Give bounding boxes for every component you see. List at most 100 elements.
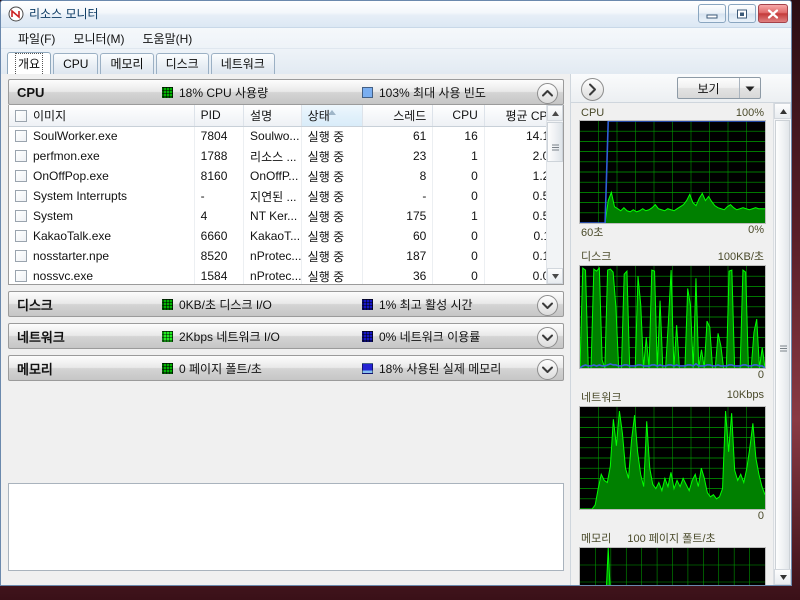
graph-panel: 보기 CPU 100% 60초 0% 디스크 100KB/초 0 네트워크 10… <box>571 74 791 585</box>
column-header-status[interactable]: 상태 <box>301 105 364 127</box>
section-memory-header[interactable]: 메모리 0 페이지 폴트/초 18% 사용된 실제 메모리 <box>8 355 564 381</box>
table-row[interactable]: SoulWorker.exe 7804 Soulwo... 실행 중 61 16 14.14 <box>9 126 563 146</box>
tab-cpu-label: CPU <box>63 57 89 71</box>
graph-scroll-down-button[interactable] <box>774 569 791 585</box>
column-header-image[interactable]: 이미지 <box>9 105 195 127</box>
cell-threads: 23 <box>362 146 434 166</box>
section-cpu-header[interactable]: CPU 18% CPU 사용량 103% 최대 사용 빈도 <box>8 79 564 105</box>
process-table-body: SoulWorker.exe 7804 Soulwo... 실행 중 61 16 14.14… <box>9 126 563 284</box>
title-bar[interactable]: 리소스 모니터 <box>1 1 791 28</box>
column-header-cpu[interactable]: CPU <box>432 105 485 127</box>
chevron-right-icon <box>589 83 596 96</box>
minimize-button[interactable] <box>698 4 726 23</box>
table-row[interactable]: nossvc.exe 1584 nProtec... 실행 중 36 0 0.06 <box>9 266 563 284</box>
close-button[interactable] <box>758 4 788 23</box>
section-network-expand-button[interactable] <box>537 327 558 348</box>
cell-desc: NT Ker... <box>243 206 302 226</box>
cell-threads: - <box>362 186 434 206</box>
tab-disk-label: 디스크 <box>165 57 199 71</box>
section-disk-header[interactable]: 디스크 0KB/초 디스크 I/O 1% 최고 활성 시간 <box>8 291 564 317</box>
cpu-graph-title: CPU <box>581 107 605 119</box>
cell-cpu: 1 <box>432 146 485 166</box>
disk-graph <box>579 265 766 369</box>
table-row[interactable]: KakaoTalk.exe 6660 KakaoT... 실행 중 60 0 0.11 <box>9 226 563 246</box>
menu-bar: 파일(F) 모니터(M) 도움말(H) <box>1 28 791 49</box>
sort-ascending-icon <box>327 105 338 119</box>
green-swatch-icon <box>162 86 173 98</box>
tab-disk[interactable]: 디스크 <box>155 53 209 74</box>
menu-item-help[interactable]: 도움말(H) <box>134 29 202 48</box>
column-header-description[interactable]: 설명 <box>243 105 302 127</box>
table-row[interactable]: OnOffPop.exe 8160 OnOffP... 실행 중 8 0 1.27 <box>9 166 563 186</box>
row-checkbox[interactable] <box>15 230 27 242</box>
tab-strip: 개요 CPU 메모리 디스크 네트워크 <box>1 49 791 76</box>
cell-image: System Interrupts <box>9 186 195 206</box>
cpu-graph <box>579 120 766 224</box>
disk-graph-title: 디스크 <box>581 251 612 263</box>
table-row[interactable]: perfmon.exe 1788 리소스 ... 실행 중 23 1 2.01 <box>9 146 563 166</box>
row-checkbox[interactable] <box>15 210 27 222</box>
chevron-up-icon <box>542 90 553 97</box>
column-header-pid[interactable]: PID <box>194 105 245 127</box>
scroll-up-button[interactable] <box>547 105 563 121</box>
section-network-stat-io: 2Kbps 네트워크 I/O <box>162 328 362 345</box>
section-memory: 메모리 0 페이지 폴트/초 18% 사용된 실제 메모리 <box>8 355 564 381</box>
cell-status: 실행 중 <box>301 126 364 146</box>
view-dropdown-button[interactable]: 보기 <box>677 77 761 99</box>
graph-panel-scrollbar[interactable] <box>773 103 791 585</box>
row-checkbox[interactable] <box>15 150 27 162</box>
cell-pid: 1788 <box>194 146 245 166</box>
table-row[interactable]: System 4 NT Ker... 실행 중 175 1 0.51 <box>9 206 563 226</box>
cpu-graph-top-labels: CPU 100% <box>579 107 766 120</box>
row-checkbox[interactable] <box>15 250 27 262</box>
cell-desc: Soulwo... <box>243 126 302 146</box>
chevron-down-icon <box>542 366 553 373</box>
tab-memory[interactable]: 메모리 <box>100 53 154 74</box>
cpu-graph-min-label: 0% <box>748 224 764 236</box>
window-title: 리소스 모니터 <box>29 7 99 21</box>
row-checkbox[interactable] <box>15 190 27 202</box>
column-header-threads[interactable]: 스레드 <box>362 105 434 127</box>
empty-content-area <box>8 483 564 571</box>
section-network-stat-utilization: 0% 네트워크 이용률 <box>362 328 480 345</box>
cell-desc: 리소스 ... <box>243 146 302 166</box>
network-graph-min-label: 0 <box>757 510 764 522</box>
cell-threads: 175 <box>362 206 434 226</box>
tab-cpu[interactable]: CPU <box>53 53 99 74</box>
cell-status: 실행 중 <box>301 146 364 166</box>
caret-up-icon <box>552 111 559 116</box>
view-dropdown-label: 보기 <box>697 81 720 96</box>
tab-overview[interactable]: 개요 <box>7 52 52 76</box>
section-network-stat-utilization-label: 0% 네트워크 이용률 <box>379 329 481 344</box>
cell-image: perfmon.exe <box>9 146 195 166</box>
tab-network[interactable]: 네트워크 <box>210 53 275 74</box>
section-memory-expand-button[interactable] <box>537 359 558 380</box>
section-disk-expand-button[interactable] <box>537 295 558 316</box>
scroll-grip-icon <box>780 339 787 352</box>
scroll-down-button[interactable] <box>547 268 563 284</box>
graph-scroll-up-button[interactable] <box>774 103 791 119</box>
tab-network-label: 네트워크 <box>220 57 265 71</box>
section-cpu-collapse-button[interactable] <box>537 83 558 104</box>
maximize-button[interactable] <box>728 4 756 23</box>
menu-item-file[interactable]: 파일(F) <box>9 29 64 48</box>
row-checkbox[interactable] <box>15 170 27 182</box>
row-checkbox[interactable] <box>15 130 27 143</box>
row-checkbox[interactable] <box>15 270 27 282</box>
collapse-graph-panel-button[interactable] <box>581 78 604 101</box>
cell-pid: 4 <box>194 206 245 226</box>
table-row[interactable]: System Interrupts - 지연된 ... 실행 중 -0 0.58 <box>9 186 563 206</box>
select-all-checkbox[interactable] <box>15 109 27 122</box>
caret-down-icon[interactable] <box>739 78 760 98</box>
cell-cpu: 1 <box>432 206 485 226</box>
graph-scroll-thumb[interactable] <box>775 120 790 575</box>
process-table-scrollbar[interactable] <box>546 105 563 284</box>
process-table-header-row: 이미지 PID 설명 상태 스레드 CPU 평균 CP... <box>9 105 563 127</box>
section-network-header[interactable]: 네트워크 2Kbps 네트워크 I/O 0% 네트워크 이용률 <box>8 323 564 349</box>
chevron-down-icon <box>542 334 553 341</box>
menu-item-monitor[interactable]: 모니터(M) <box>64 29 133 48</box>
scroll-thumb[interactable] <box>547 122 563 162</box>
chevron-down-icon <box>542 302 553 309</box>
section-cpu: CPU 18% CPU 사용량 103% 최대 사용 빈도 이미지 PID 설명… <box>8 79 564 285</box>
table-row[interactable]: nosstarter.npe 8520 nProtec... 실행 중 187 0 0.10 <box>9 246 563 266</box>
